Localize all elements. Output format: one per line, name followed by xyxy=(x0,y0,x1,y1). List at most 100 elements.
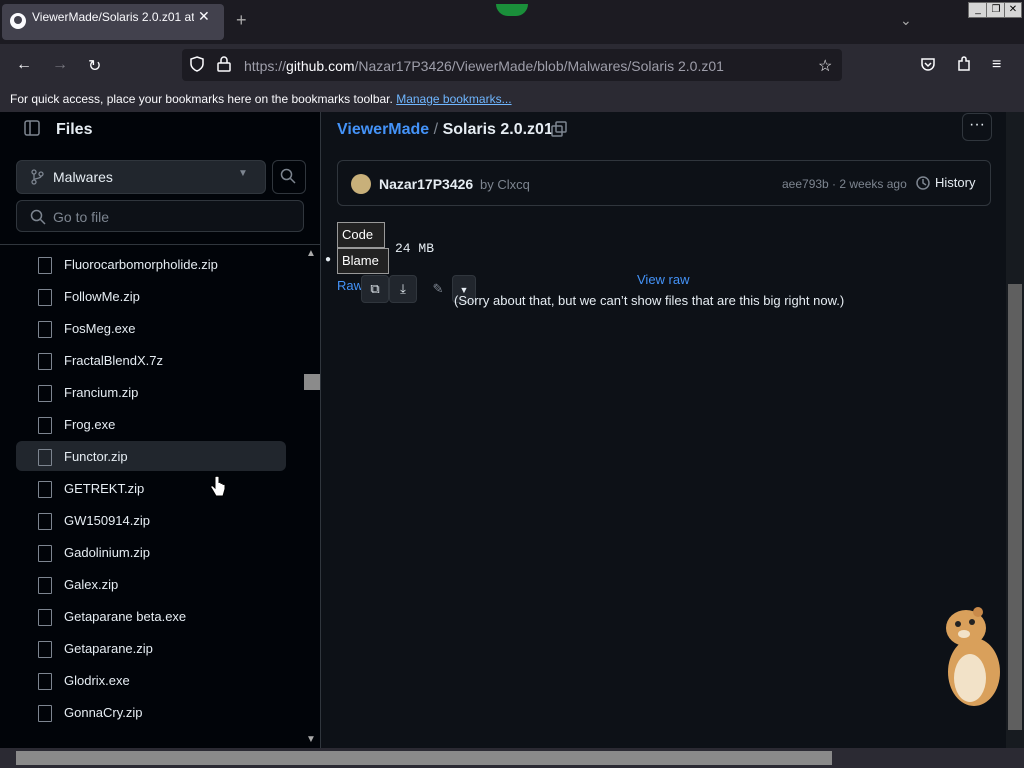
tab-title: ViewerMade/Solaris 2.0.z01 at M xyxy=(32,10,194,24)
file-tree-item[interactable] xyxy=(16,569,286,599)
pocket-icon[interactable] xyxy=(920,56,936,72)
history-button[interactable]: History xyxy=(935,175,975,190)
forward-icon[interactable]: → xyxy=(52,56,68,74)
file-tree-item-label: Glodrix.exe xyxy=(64,673,130,688)
github-icon xyxy=(10,13,26,29)
pencil-icon: ✎ xyxy=(432,281,444,296)
file-icon xyxy=(38,577,52,594)
file-tree-item[interactable] xyxy=(16,409,286,439)
copy-icon: ⧉ xyxy=(370,281,380,296)
file-tree-item-label: Frog.exe xyxy=(64,417,116,432)
file-tree-item[interactable] xyxy=(16,665,286,695)
copy-raw-button[interactable]: ⧉ xyxy=(361,275,389,303)
file-tree-item[interactable] xyxy=(16,377,286,407)
branch-icon xyxy=(31,169,44,185)
breadcrumb-separator: / xyxy=(433,121,439,138)
scroll-up-icon[interactable]: ▲ xyxy=(306,248,316,259)
file-tree-item[interactable] xyxy=(16,473,286,503)
code-tab[interactable]: Code xyxy=(337,222,385,248)
file-icon xyxy=(38,289,52,306)
hamster-overlay-image xyxy=(946,607,1000,706)
file-icon xyxy=(38,481,52,498)
file-tree-item-label: GETREKT.zip xyxy=(64,481,145,496)
file-too-big-message: (Sorry about that, but we can’t show fil… xyxy=(454,293,845,308)
file-tree-item-label: FosMeg.exe xyxy=(64,321,136,336)
bookmark-star-icon[interactable]: ☆ xyxy=(818,56,832,76)
reload-icon[interactable]: ↻ xyxy=(88,56,101,76)
file-icon xyxy=(38,321,52,338)
commit-coauthor[interactable]: by Clxcq xyxy=(480,177,530,192)
tab-list-icon[interactable]: ⌄ xyxy=(900,12,912,29)
breadcrumb: ViewerMade / Solaris 2.0.z01 xyxy=(337,121,553,139)
file-tree-item[interactable] xyxy=(16,537,286,567)
history-icon xyxy=(916,176,930,190)
new-tab-button[interactable]: + xyxy=(236,10,247,31)
file-icon xyxy=(38,641,52,658)
file-tree-item-label: FollowMe.zip xyxy=(64,289,140,304)
file-tree-item[interactable] xyxy=(16,313,286,343)
file-icon xyxy=(38,545,52,562)
avatar[interactable] xyxy=(351,174,371,194)
commit-author[interactable]: Nazar17P3426 xyxy=(379,176,473,192)
scroll-down-icon[interactable]: ▼ xyxy=(306,734,316,745)
restore-icon[interactable]: ❐ xyxy=(986,2,1006,18)
sidebar-scrollbar-thumb[interactable] xyxy=(304,374,320,390)
commit-sha-time[interactable]: aee793b · 2 weeks ago xyxy=(782,177,907,191)
copy-path-icon[interactable] xyxy=(551,121,567,137)
file-tree-item-label: Functor.zip xyxy=(64,449,128,464)
divider xyxy=(0,244,320,245)
file-icon xyxy=(38,353,52,370)
minimize-icon[interactable]: _ xyxy=(968,2,988,18)
download-button[interactable]: ⤓ xyxy=(389,275,417,303)
search-icon xyxy=(280,168,296,184)
hand-cursor-icon xyxy=(210,476,226,497)
branch-label: Malwares xyxy=(53,169,113,185)
file-icon xyxy=(38,417,52,434)
file-tree-item[interactable] xyxy=(16,441,286,471)
go-to-file-placeholder: Go to file xyxy=(53,209,110,225)
file-tree-item-label: FractalBlendX.7z xyxy=(64,353,163,368)
collapse-sidebar-icon[interactable] xyxy=(24,120,40,136)
file-icon xyxy=(38,513,52,530)
shield-icon[interactable] xyxy=(189,56,205,72)
file-icon xyxy=(38,705,52,722)
files-title: Files xyxy=(56,121,93,138)
file-size: 24 MB xyxy=(395,241,435,256)
file-tree-item-label: GonnaCry.zip xyxy=(64,705,143,720)
main-scrollbar-thumb[interactable] xyxy=(1008,284,1022,730)
close-tab-icon[interactable]: ✕ xyxy=(198,8,210,25)
file-tree-item-label: Gadolinium.zip xyxy=(64,545,150,560)
file-tree-item-label: Galex.zip xyxy=(64,577,119,592)
file-tree-item[interactable] xyxy=(16,505,286,535)
manage-bookmarks-link[interactable]: Manage bookmarks... xyxy=(396,92,511,106)
chevron-down-icon: ▼ xyxy=(238,168,248,179)
file-icon xyxy=(38,609,52,626)
download-icon: ⤓ xyxy=(400,281,406,296)
file-name: Solaris 2.0.z01 xyxy=(442,121,553,138)
lock-icon[interactable] xyxy=(217,56,231,72)
list-bullet: ● xyxy=(325,254,332,265)
file-tree-item-label: Getaparane.zip xyxy=(64,641,153,656)
back-icon[interactable]: ← xyxy=(16,56,32,74)
file-tree-item[interactable] xyxy=(16,281,286,311)
extensions-icon[interactable] xyxy=(956,56,972,72)
file-icon xyxy=(38,257,52,274)
file-icon xyxy=(38,673,52,690)
repo-link[interactable]: ViewerMade xyxy=(337,121,429,138)
search-icon xyxy=(30,209,46,225)
view-raw-link[interactable]: View raw xyxy=(637,272,690,287)
blame-tab[interactable]: Blame xyxy=(337,248,389,274)
edit-button[interactable]: ✎ xyxy=(424,275,452,303)
url-text[interactable]: https://github.com/Nazar17P3426/ViewerMa… xyxy=(244,58,724,74)
more-options-button[interactable]: ··· xyxy=(962,113,992,141)
raw-button[interactable]: Raw xyxy=(337,278,363,293)
horizontal-scrollbar-thumb[interactable] xyxy=(16,751,832,765)
file-tree-item-label: GW150914.zip xyxy=(64,513,150,528)
file-icon xyxy=(38,449,52,466)
file-tree-item[interactable] xyxy=(16,697,286,727)
close-window-icon[interactable]: ✕ xyxy=(1004,2,1022,18)
file-icon xyxy=(38,385,52,402)
file-tree-item-label: Getaparane beta.exe xyxy=(64,609,187,624)
bookmarks-hint: For quick access, place your bookmarks h… xyxy=(10,92,512,106)
menu-icon[interactable]: ≡ xyxy=(992,56,1001,74)
